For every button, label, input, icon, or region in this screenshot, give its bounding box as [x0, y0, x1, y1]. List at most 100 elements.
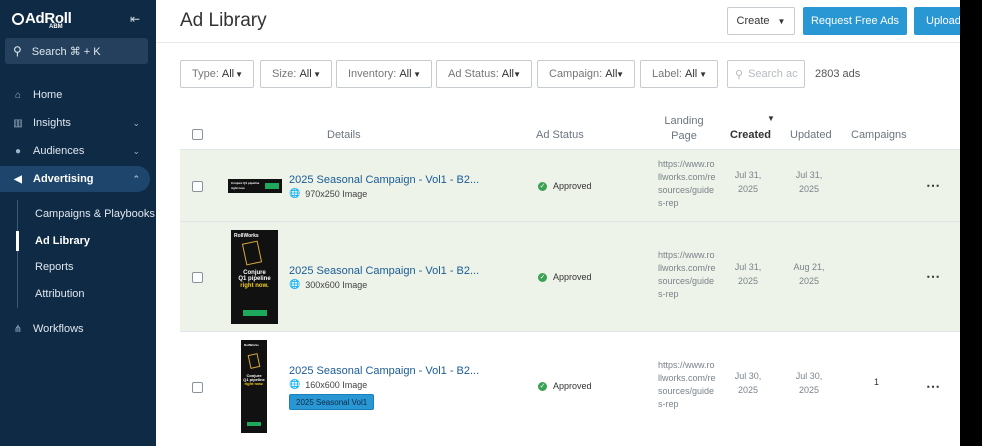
- thumbnail-cta: [247, 422, 261, 426]
- filter-ad-status[interactable]: Ad Status: All ▼: [436, 60, 532, 88]
- chevron-up-icon: ⌃: [132, 173, 140, 184]
- filter-size[interactable]: Size: All ▼: [260, 60, 332, 88]
- table-row[interactable]: RollWorks Conjure Q1 pipeline right now.…: [180, 221, 960, 331]
- create-label: Create: [736, 15, 770, 27]
- status-badge: ✓ Approved: [538, 181, 592, 191]
- header-divider: [156, 42, 982, 43]
- globe-icon: 🌐: [289, 188, 301, 198]
- row-checkbox[interactable]: [192, 181, 203, 192]
- sidebar-subitem-attribution[interactable]: Attribution: [35, 288, 85, 300]
- ad-thumbnail[interactable]: RollWorks Conjure Q1 pipeline right now.: [231, 230, 278, 324]
- more-options-icon[interactable]: ⋯: [926, 268, 941, 285]
- sidebar-item-home[interactable]: ⌂ Home: [0, 82, 156, 108]
- thumbnail-brand: RollWorks: [234, 233, 259, 239]
- sidebar-item-workflows[interactable]: ⋔ Workflows: [0, 316, 156, 342]
- more-options-icon[interactable]: ⋯: [926, 177, 941, 194]
- table-row[interactable]: Conjure Q1 pipeline right now. 2025 Seas…: [180, 149, 960, 221]
- row-checkbox[interactable]: [192, 272, 203, 283]
- filter-name: Size:: [272, 68, 297, 80]
- ad-thumbnail[interactable]: RollWorks Conjure Q1 pipeline right now.: [241, 340, 267, 433]
- campaigns-count[interactable]: 1: [874, 377, 879, 387]
- ad-name-link[interactable]: 2025 Seasonal Campaign - Vol1 - B2...: [289, 265, 479, 277]
- collapse-sidebar-icon[interactable]: ⇤: [130, 12, 144, 26]
- more-options-icon[interactable]: ⋯: [926, 378, 941, 395]
- thumbnail-cta: [265, 183, 279, 189]
- column-ad-status[interactable]: Ad Status: [536, 129, 584, 141]
- create-dropdown-button[interactable]: Create ▼: [727, 7, 795, 35]
- ad-name-link[interactable]: 2025 Seasonal Campaign - Vol1 - B2...: [289, 174, 479, 186]
- filter-value: All: [684, 68, 698, 80]
- column-landing-page[interactable]: Landing Page: [658, 114, 710, 144]
- megaphone-icon: ◀: [14, 173, 22, 185]
- sidebar-item-label: Workflows: [33, 323, 84, 335]
- globe-icon: 🌐: [289, 379, 301, 389]
- ad-size-text: 300x600 Image: [305, 279, 368, 290]
- people-icon: ●: [14, 145, 22, 157]
- column-details[interactable]: Details: [327, 129, 361, 141]
- landing-page-url[interactable]: https://www.rollworks.com/resources/guid…: [658, 359, 716, 411]
- thumbnail-brand: RollWorks: [244, 343, 259, 347]
- sort-desc-icon: ▼: [767, 114, 775, 123]
- window-edge-notch: [960, 160, 982, 232]
- caret-down-icon: ▼: [313, 69, 321, 79]
- ad-search-input[interactable]: ⚲ Search ac: [727, 60, 805, 88]
- landing-page-url[interactable]: https://www.rollworks.com/resources/guid…: [658, 249, 716, 301]
- filter-inventory[interactable]: Inventory: All ▼: [336, 60, 432, 88]
- filter-value: All: [221, 68, 235, 80]
- filter-name: Inventory:: [348, 68, 397, 80]
- sidebar-item-advertising[interactable]: ◀ Advertising ⌃: [0, 166, 150, 192]
- column-updated[interactable]: Updated: [790, 129, 832, 141]
- filter-label[interactable]: Label: All ▼: [640, 60, 718, 88]
- logo-sub: ABM: [49, 24, 63, 30]
- submenu-active-indicator: [16, 231, 19, 251]
- select-all-checkbox[interactable]: [192, 129, 203, 140]
- sidebar-item-insights[interactable]: ▥ Insights ⌄: [0, 110, 156, 136]
- caret-down-icon: ▼: [235, 69, 243, 79]
- created-date: Jul 31, 2025: [734, 170, 762, 194]
- caret-down-icon: ▼: [699, 69, 707, 79]
- filter-name: Campaign:: [549, 68, 603, 80]
- updated-date: Jul 31, 2025: [795, 170, 823, 194]
- filter-type[interactable]: Type: All ▼: [180, 60, 254, 88]
- ad-search-placeholder: Search ac: [748, 68, 798, 80]
- headline-line: right now.: [244, 381, 264, 387]
- window-edge: [960, 0, 982, 446]
- thumbnail-headline: Conjure Q1 pipeline right now.: [231, 270, 278, 289]
- main-content: Ad Library Create ▼ Request Free Ads Upl…: [156, 0, 982, 446]
- sidebar-subitem-campaigns[interactable]: Campaigns & Playbooks: [35, 208, 155, 220]
- created-date: Jul 31, 2025: [734, 262, 762, 286]
- headline-line: Q1 pipeline: [238, 276, 271, 283]
- sidebar-subitem-reports[interactable]: Reports: [35, 261, 74, 273]
- filter-campaign[interactable]: Campaign: All ▼: [537, 60, 635, 88]
- filter-name: Ad Status:: [448, 68, 499, 80]
- column-created[interactable]: Created: [730, 129, 771, 141]
- updated-date: Jul 30, 2025: [795, 371, 823, 395]
- ad-size: 🌐 160x600 Image: [289, 379, 367, 390]
- landing-page-url[interactable]: https://www.rollworks.com/resources/guid…: [658, 158, 716, 210]
- ad-thumbnail[interactable]: Conjure Q1 pipeline right now.: [228, 179, 282, 193]
- table-row[interactable]: RollWorks Conjure Q1 pipeline right now.…: [180, 331, 960, 441]
- globe-icon: 🌐: [289, 279, 301, 289]
- ad-size-text: 160x600 Image: [305, 379, 368, 390]
- ad-label-badge[interactable]: 2025 Seasonal Vol1: [289, 394, 375, 410]
- global-search[interactable]: ⚲ Search ⌘ + K: [5, 38, 148, 64]
- sidebar-item-label: Advertising: [33, 173, 94, 185]
- filter-name: Label:: [652, 68, 682, 80]
- headline-line: right now.: [240, 282, 269, 289]
- thumbnail-card-graphic: [241, 240, 263, 266]
- column-campaigns[interactable]: Campaigns: [851, 129, 907, 141]
- sidebar-item-label: Audiences: [33, 145, 85, 157]
- ad-size-text: 970x250 Image: [305, 188, 368, 199]
- caret-down-icon: ▼: [513, 69, 521, 79]
- row-checkbox[interactable]: [192, 382, 203, 393]
- status-text: Approved: [553, 181, 592, 191]
- ad-size: 🌐 970x250 Image: [289, 188, 367, 199]
- check-circle-icon: ✓: [538, 272, 547, 282]
- sidebar-item-audiences[interactable]: ● Audiences ⌄: [0, 138, 156, 164]
- request-free-ads-button[interactable]: Request Free Ads: [803, 7, 907, 35]
- ad-size: 🌐 300x600 Image: [289, 279, 367, 290]
- sidebar-subitem-ad-library[interactable]: Ad Library: [35, 235, 90, 247]
- ad-name-link[interactable]: 2025 Seasonal Campaign - Vol1 - B2...: [289, 365, 479, 377]
- thumbnail-headline: Conjure Q1 pipeline right now.: [241, 373, 267, 387]
- search-placeholder: Search ⌘ + K: [31, 45, 101, 58]
